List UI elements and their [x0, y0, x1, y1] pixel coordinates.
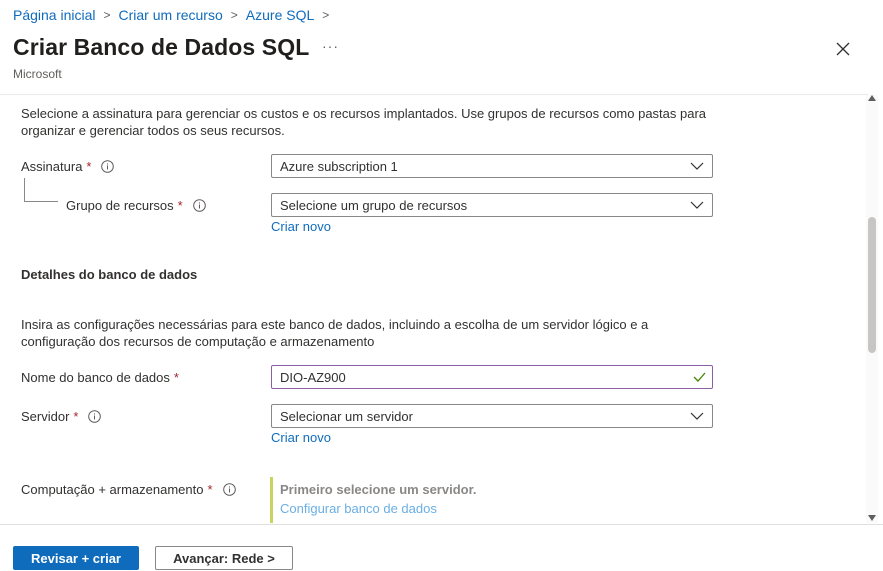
- compute-notice: Primeiro selecione um servidor.: [280, 482, 477, 497]
- scroll-down-arrow-icon[interactable]: [868, 515, 876, 521]
- required-marker: *: [207, 482, 213, 497]
- breadcrumb-separator: >: [322, 8, 330, 22]
- server-select[interactable]: Selecionar um servidor: [271, 404, 713, 428]
- more-options-button[interactable]: ···: [322, 38, 339, 54]
- breadcrumb: Página inicial > Criar um recurso > Azur…: [13, 7, 337, 23]
- chevron-down-icon: [690, 162, 704, 170]
- database-name-label: Nome do banco de dados: [21, 370, 170, 385]
- breadcrumb-separator: >: [103, 8, 111, 22]
- create-server-link[interactable]: Criar novo: [271, 430, 331, 445]
- callout-bar: [270, 477, 273, 523]
- create-resource-group-link[interactable]: Criar novo: [271, 219, 331, 234]
- info-icon[interactable]: [192, 199, 206, 212]
- breadcrumb-create-resource[interactable]: Criar um recurso: [119, 7, 223, 23]
- server-label: Servidor: [21, 409, 70, 424]
- breadcrumb-separator: >: [230, 8, 238, 22]
- subscription-select[interactable]: Azure subscription 1: [271, 154, 713, 178]
- database-description: Insira as configurações necessárias para…: [21, 317, 649, 349]
- compute-storage-label: Computação + armazenamento: [21, 482, 204, 497]
- required-marker: *: [73, 409, 79, 424]
- next-networking-button[interactable]: Avançar: Rede >: [155, 546, 293, 570]
- chevron-down-icon: [690, 412, 704, 420]
- breadcrumb-azure-sql[interactable]: Azure SQL: [246, 7, 314, 23]
- required-marker: *: [173, 370, 179, 385]
- close-icon[interactable]: [834, 40, 852, 58]
- resource-group-select[interactable]: Selecione um grupo de recursos: [271, 193, 713, 217]
- required-marker: *: [177, 198, 183, 213]
- subscription-label: Assinatura: [21, 159, 83, 174]
- info-icon[interactable]: [101, 160, 115, 173]
- database-details-heading: Detalhes do banco de dados: [21, 267, 198, 282]
- database-name-label-row: Nome do banco de dados *: [21, 370, 179, 385]
- footer-divider: [0, 524, 883, 525]
- info-icon[interactable]: [222, 483, 236, 496]
- resource-group-label-row: Grupo de recursos *: [66, 198, 206, 213]
- subscription-label-row: Assinatura *: [21, 159, 115, 174]
- chevron-down-icon: [690, 201, 704, 209]
- project-description: Selecione a assinatura para gerenciar os…: [21, 106, 707, 138]
- server-label-row: Servidor *: [21, 409, 102, 424]
- scroll-up-arrow-icon[interactable]: [868, 95, 876, 101]
- breadcrumb-home[interactable]: Página inicial: [13, 7, 96, 23]
- compute-label-row: Computação + armazenamento *: [21, 482, 236, 497]
- scrollbar[interactable]: [866, 95, 878, 523]
- info-icon[interactable]: [88, 410, 102, 423]
- tree-connector: [24, 178, 58, 202]
- page-title: Criar Banco de Dados SQL: [13, 34, 310, 60]
- checkmark-icon: [693, 372, 706, 382]
- resource-group-value: Selecione um grupo de recursos: [280, 197, 468, 213]
- review-create-button[interactable]: Revisar + criar: [13, 546, 139, 570]
- required-marker: *: [86, 159, 92, 174]
- scrollbar-thumb[interactable]: [868, 217, 876, 353]
- database-name-value: DIO-AZ900: [280, 369, 346, 385]
- database-name-input[interactable]: DIO-AZ900: [271, 365, 713, 389]
- resource-group-label: Grupo de recursos: [66, 198, 174, 213]
- form-content: Selecione a assinatura para gerenciar os…: [0, 95, 866, 523]
- server-value: Selecionar um servidor: [280, 408, 413, 424]
- subscription-value: Azure subscription 1: [280, 158, 398, 174]
- page-subtitle: Microsoft: [13, 67, 62, 81]
- configure-database-link[interactable]: Configurar banco de dados: [280, 501, 437, 516]
